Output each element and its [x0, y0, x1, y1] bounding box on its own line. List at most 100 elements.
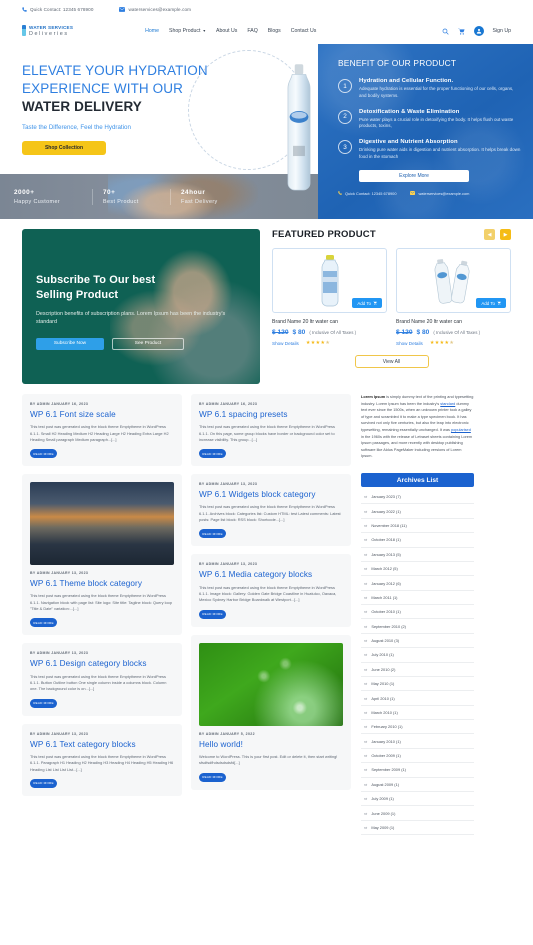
archives-list-item[interactable]: ⇨ January 2023 (7) — [361, 490, 474, 505]
add-to-cart-button[interactable]: Add To — [476, 298, 506, 308]
archives-list-item[interactable]: ⇨ August 2009 (1) — [361, 778, 474, 792]
read-more-button[interactable]: READ MORE — [199, 772, 226, 782]
blog-title[interactable]: WP 6.1 Font size scale — [30, 410, 174, 420]
archives-item-label: July 2010 (1) — [371, 652, 394, 658]
benefits-panel: BENEFIT OF OUR PRODUCT 1 Hydration and Ce… — [318, 44, 533, 219]
product-card[interactable]: Add To Brand Name 20 ltr water can $ 120 $ … — [272, 248, 387, 346]
blog-title[interactable]: WP 6.1 Text category blocks — [30, 740, 174, 750]
arrow-right-icon: ⇨ — [364, 623, 368, 629]
sidebar-link-popularised[interactable]: popularised — [451, 428, 471, 432]
read-more-button[interactable]: READ MORE — [30, 449, 57, 459]
two-water-bottles-icon — [434, 258, 470, 304]
read-more-button[interactable]: READ MORE — [199, 449, 226, 459]
archives-list-item[interactable]: ⇨ January 2022 (1) — [361, 504, 474, 519]
search-icon[interactable] — [442, 28, 449, 35]
benefit-number: 1 — [338, 79, 352, 93]
archives-list-item[interactable]: ⇨ June 2009 (1) — [361, 806, 474, 821]
archives-list-item[interactable]: ⇨ June 2010 (2) — [361, 663, 474, 677]
product-card[interactable]: Add To Brand Name 20 ltr water can $ 120 $ … — [396, 248, 511, 346]
blog-byline: BY ADMIN JANUARY 16, 2023 — [30, 402, 89, 406]
blog-title[interactable]: WP 6.1 Widgets block category — [199, 490, 343, 500]
archives-list-item[interactable]: ⇨ October 2018 (1) — [361, 533, 474, 548]
see-product-button[interactable]: See Product — [112, 337, 184, 350]
archives-list-item[interactable]: ⇨ March 2010 (1) — [361, 706, 474, 721]
blog-title[interactable]: WP 6.1 Media category blocks — [199, 570, 343, 580]
show-details-link[interactable]: Show Details — [396, 341, 423, 346]
blog-card[interactable]: BY ADMIN JANUARY 13, 2023 WP 6.1 Text cat… — [22, 723, 182, 796]
archives-item-label: January 2022 (1) — [371, 508, 401, 514]
blog-card[interactable]: BY ADMIN JANUARY 16, 2023 WP 6.1 spacing … — [191, 394, 351, 467]
chevron-right-icon[interactable]: ▶ — [500, 229, 511, 240]
archives-list-item[interactable]: ⇨ May 2009 (1) — [361, 821, 474, 836]
archives-list-item[interactable]: ⇨ January 2013 (5) — [361, 548, 474, 562]
nav-item-faq[interactable]: FAQ — [247, 28, 257, 34]
nav-item-home[interactable]: Home — [145, 28, 159, 34]
hero-stat-number: 2000+ — [14, 188, 35, 196]
read-more-button[interactable]: READ MORE — [199, 609, 226, 619]
hero-stat-label: Happy Customer — [14, 198, 61, 205]
blog-card[interactable]: BY ADMIN JANUARY 13, 2023 WP 6.1 Design c… — [22, 643, 182, 716]
nav-item-contact-us[interactable]: Contact Us — [291, 28, 317, 34]
read-more-button[interactable]: READ MORE — [30, 778, 57, 788]
arrow-right-icon: ⇨ — [364, 508, 368, 514]
sidebar-link-standard[interactable]: standard — [440, 402, 455, 406]
explore-more-button[interactable]: Explore More — [359, 169, 469, 182]
blog-card[interactable]: BY ADMIN JANUARY 13, 2023 WP 6.1 Widgets … — [191, 474, 351, 547]
shop-collection-button[interactable]: Shop Collection — [22, 141, 106, 156]
blog-byline: BY ADMIN JANUARY 13, 2023 — [30, 731, 89, 736]
nav-item-about-us[interactable]: About Us — [216, 28, 237, 34]
benefits-phone[interactable]: Quick Contact: 12345 678900 — [338, 191, 396, 196]
brand-line2: Deliveries — [29, 30, 69, 37]
benefit-desc: Adequate hydration is essential for the … — [359, 86, 514, 98]
blog-card[interactable]: BY ADMIN JANUARY 16, 2023 WP 6.1 Font siz… — [22, 394, 182, 467]
archives-list-item[interactable]: ⇨ July 2010 (1) — [361, 648, 474, 663]
cart-icon[interactable] — [457, 27, 465, 35]
archives-item-label: August 2010 (3) — [371, 638, 400, 644]
add-to-cart-button[interactable]: Add To — [352, 298, 382, 308]
archives-list-item[interactable]: ⇨ November 2018 (11) — [361, 519, 474, 534]
read-more-button[interactable]: READ MORE — [30, 698, 57, 708]
archives-list-item[interactable]: ⇨ March 2012 (5) — [361, 562, 474, 577]
product-tax-note: ( Inclusive Of All Taxes ) — [309, 330, 357, 335]
blog-card[interactable]: BY ADMIN JANUARY 5, 2022 Hello world! Welc… — [191, 634, 351, 790]
archives-list-item[interactable]: ⇨ February 2010 (1) — [361, 720, 474, 735]
chevron-left-icon[interactable]: ◀ — [484, 229, 495, 240]
topbar-email[interactable]: waterservices@example.com — [119, 7, 191, 12]
subscribe-title-line2: Selling Product — [36, 288, 119, 301]
hero-stat-label: Best Product — [103, 198, 139, 205]
blog-excerpt: This test post was generated using the b… — [199, 424, 335, 442]
archives-list-item[interactable]: ⇨ September 2010 (2) — [361, 619, 474, 634]
show-details-link[interactable]: Show Details — [272, 341, 299, 346]
archives-list-item[interactable]: ⇨ September 2009 (1) — [361, 763, 474, 778]
arrow-right-icon: ⇨ — [364, 551, 368, 557]
read-more-button[interactable]: READ MORE — [30, 618, 57, 628]
benefit-item: 2 Detoxification & Waste Elimination Pure … — [338, 109, 521, 131]
read-more-button[interactable]: READ MORE — [199, 529, 226, 539]
benefits-email[interactable]: waterservices@example.com — [410, 191, 469, 196]
user-avatar-icon[interactable] — [473, 26, 484, 36]
blog-title[interactable]: WP 6.1 spacing presets — [199, 410, 343, 420]
blog-title[interactable]: Hello world! — [199, 740, 343, 750]
nav-item-shop-product[interactable]: Shop Product ▼ — [169, 28, 206, 34]
archives-list-item[interactable]: ⇨ March 2011 (1) — [361, 591, 474, 606]
blog-title[interactable]: WP 6.1 Design category blocks — [30, 659, 174, 669]
archives-list-item[interactable]: ⇨ January 2010 (1) — [361, 734, 474, 749]
view-all-button[interactable]: View All — [354, 355, 429, 368]
archives-list-item[interactable]: ⇨ January 2012 (6) — [361, 576, 474, 591]
archives-list-item[interactable]: ⇨ October 2009 (1) — [361, 749, 474, 764]
archives-list-item[interactable]: ⇨ August 2010 (3) — [361, 634, 474, 649]
nav-item-blogs[interactable]: Blogs — [268, 28, 281, 34]
subscribe-now-button[interactable]: Subscribe Now — [36, 337, 104, 350]
add-to-cart-label: Add To — [481, 300, 495, 306]
site-logo[interactable]: WATER SERVICES Deliveries — [22, 25, 73, 37]
archives-list-item[interactable]: ⇨ October 2010 (1) — [361, 605, 474, 620]
blog-card[interactable]: BY ADMIN JANUARY 13, 2023 WP 6.1 Media ca… — [191, 554, 351, 627]
archives-list-item[interactable]: ⇨ May 2010 (1) — [361, 677, 474, 692]
blog-card[interactable]: BY ADMIN JANUARY 13, 2023 WP 6.1 Theme bl… — [22, 474, 182, 636]
archives-list-item[interactable]: ⇨ April 2010 (1) — [361, 691, 474, 706]
blog-title[interactable]: WP 6.1 Theme block category — [30, 579, 174, 589]
signup-button[interactable]: Sign Up — [493, 28, 511, 34]
topbar-phone[interactable]: Quick Contact: 12345 678900 — [22, 7, 93, 12]
featured-title: FEATURED PRODUCT — [272, 229, 376, 240]
archives-list-item[interactable]: ⇨ July 2009 (1) — [361, 792, 474, 807]
